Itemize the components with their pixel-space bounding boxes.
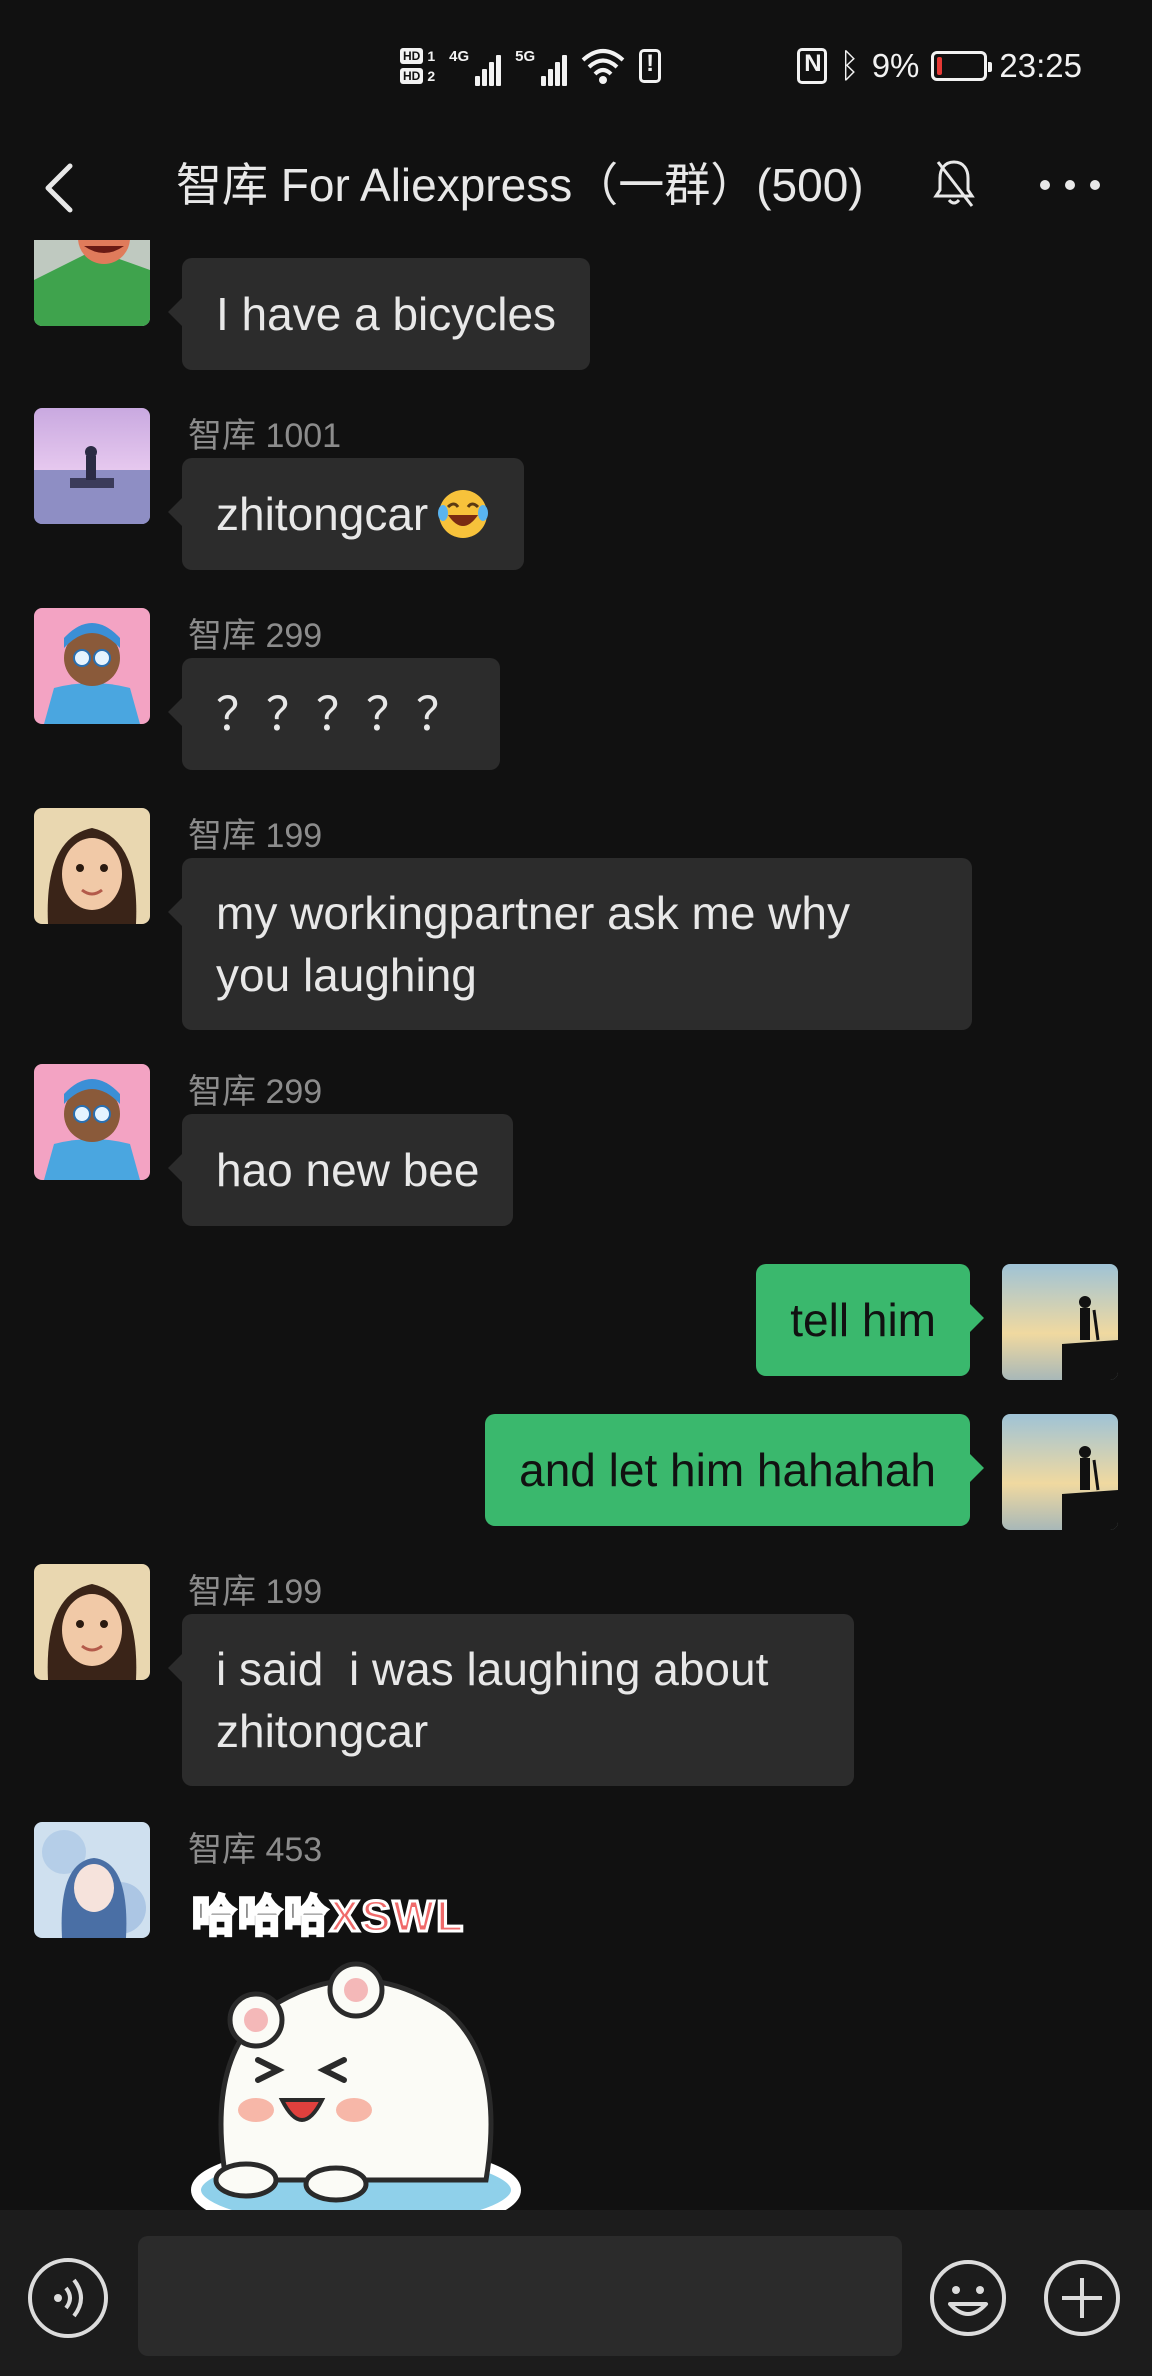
child-photo-avatar [34, 1564, 150, 1680]
emoji-button[interactable] [928, 2258, 1008, 2338]
blue-cartoon-avatar [34, 1064, 150, 1180]
back-icon[interactable] [36, 158, 86, 218]
message-line: zhitongcar [216, 1705, 429, 1757]
avatar[interactable] [34, 1564, 150, 1680]
bear-illustration [191, 1961, 521, 2210]
wifi-icon [581, 49, 625, 84]
chat-input-bar [0, 2210, 1152, 2376]
bluetooth-icon: ᛒ [839, 46, 860, 85]
message-line: i said i was laughing about [216, 1643, 769, 1695]
plus-icon [1044, 2260, 1120, 2336]
hd-label: HD [400, 48, 424, 64]
chat-title[interactable]: 智库 For Aliexpress（一群）(500) [176, 152, 864, 218]
sticker-text: 哈哈哈XSWL [190, 1891, 466, 1943]
message-text: and let him hahahah [519, 1444, 936, 1496]
alert-icon [639, 49, 662, 83]
own-message-bubble[interactable]: tell him [756, 1264, 984, 1376]
sender-name: 智库 199 [188, 1573, 323, 1611]
message-bubble[interactable]: ？？？？？ [168, 658, 500, 770]
plus-button[interactable] [1042, 2258, 1122, 2338]
cartoon-avatar [34, 240, 150, 326]
voice-button[interactable] [28, 2258, 108, 2338]
sender-name: 智库 299 [188, 617, 323, 655]
hd-indicators: HD 1 HD 2 [400, 48, 435, 84]
clock: 23:25 [999, 47, 1082, 84]
message-text: tell him [790, 1294, 936, 1346]
lake-pier-avatar [34, 408, 150, 524]
battery-icon [931, 51, 993, 81]
message-line: you laughing [216, 949, 477, 1001]
sender-name: 智库 299 [188, 1073, 323, 1111]
message-input[interactable] [138, 2236, 902, 2356]
child-photo-avatar [34, 808, 150, 924]
sender-name: 智库 1001 [188, 417, 342, 455]
nfc-icon [797, 48, 828, 84]
hiker-sunset-avatar [1002, 1264, 1118, 1380]
message-bubble[interactable]: i said i was laughing about zhitongcar [168, 1614, 854, 1786]
message-text: hao new bee [216, 1144, 480, 1196]
avatar[interactable] [34, 1822, 150, 1938]
message-bubble[interactable]: I have a bicycles [167, 258, 591, 370]
message-bubble[interactable]: hao new bee [167, 1114, 514, 1226]
message-list[interactable]: I have a bicycles 智库 1001 zhitongcar 智库 … [0, 240, 1152, 2210]
battery-percent: 9% [871, 47, 920, 84]
sender-name: 智库 453 [188, 1831, 323, 1869]
signal-icon: 5G [515, 46, 568, 86]
blue-cartoon-avatar [34, 608, 150, 724]
battery-fill [937, 57, 943, 75]
voice-icon [54, 2278, 83, 2318]
own-avatar[interactable] [1002, 1414, 1118, 1530]
avatar[interactable] [34, 1064, 150, 1180]
hd-label: HD [400, 68, 424, 84]
sim-number: 2 [427, 68, 436, 84]
status-bar: HD 1 HD 2 4G 5G ᛒ 9% [0, 0, 1152, 130]
emoji-icon [930, 2260, 1006, 2336]
message-line: my workingpartner ask me why [216, 887, 850, 939]
own-message-bubble[interactable]: and let him hahahah [485, 1414, 984, 1526]
message-bubble[interactable]: my workingpartner ask me why you laughin… [168, 858, 972, 1030]
message-text: zhitongcar [216, 488, 429, 540]
more-icon[interactable] [1040, 160, 1100, 210]
chat-header: 智库 For Aliexpress（一群）(500) [0, 130, 1152, 240]
avatar[interactable] [34, 808, 150, 924]
avatar[interactable] [34, 408, 150, 524]
laughing-bear-sticker[interactable]: 哈哈哈XSWL [186, 1880, 526, 2210]
signal-icon: 4G [449, 46, 502, 86]
anime-girl-avatar [34, 1822, 150, 1938]
mute-icon [933, 160, 975, 207]
own-avatar[interactable] [1002, 1264, 1118, 1380]
laughing-tears-emoji [438, 490, 489, 538]
message-bubble[interactable]: zhitongcar [167, 458, 525, 570]
message-text: ？？？？？ [216, 688, 466, 740]
avatar[interactable] [34, 240, 150, 326]
avatar[interactable] [34, 608, 150, 724]
sim-number: 1 [427, 48, 436, 64]
hiker-sunset-avatar [1002, 1414, 1118, 1530]
sender-name: 智库 199 [188, 817, 323, 855]
message-text: I have a bicycles [216, 288, 557, 340]
